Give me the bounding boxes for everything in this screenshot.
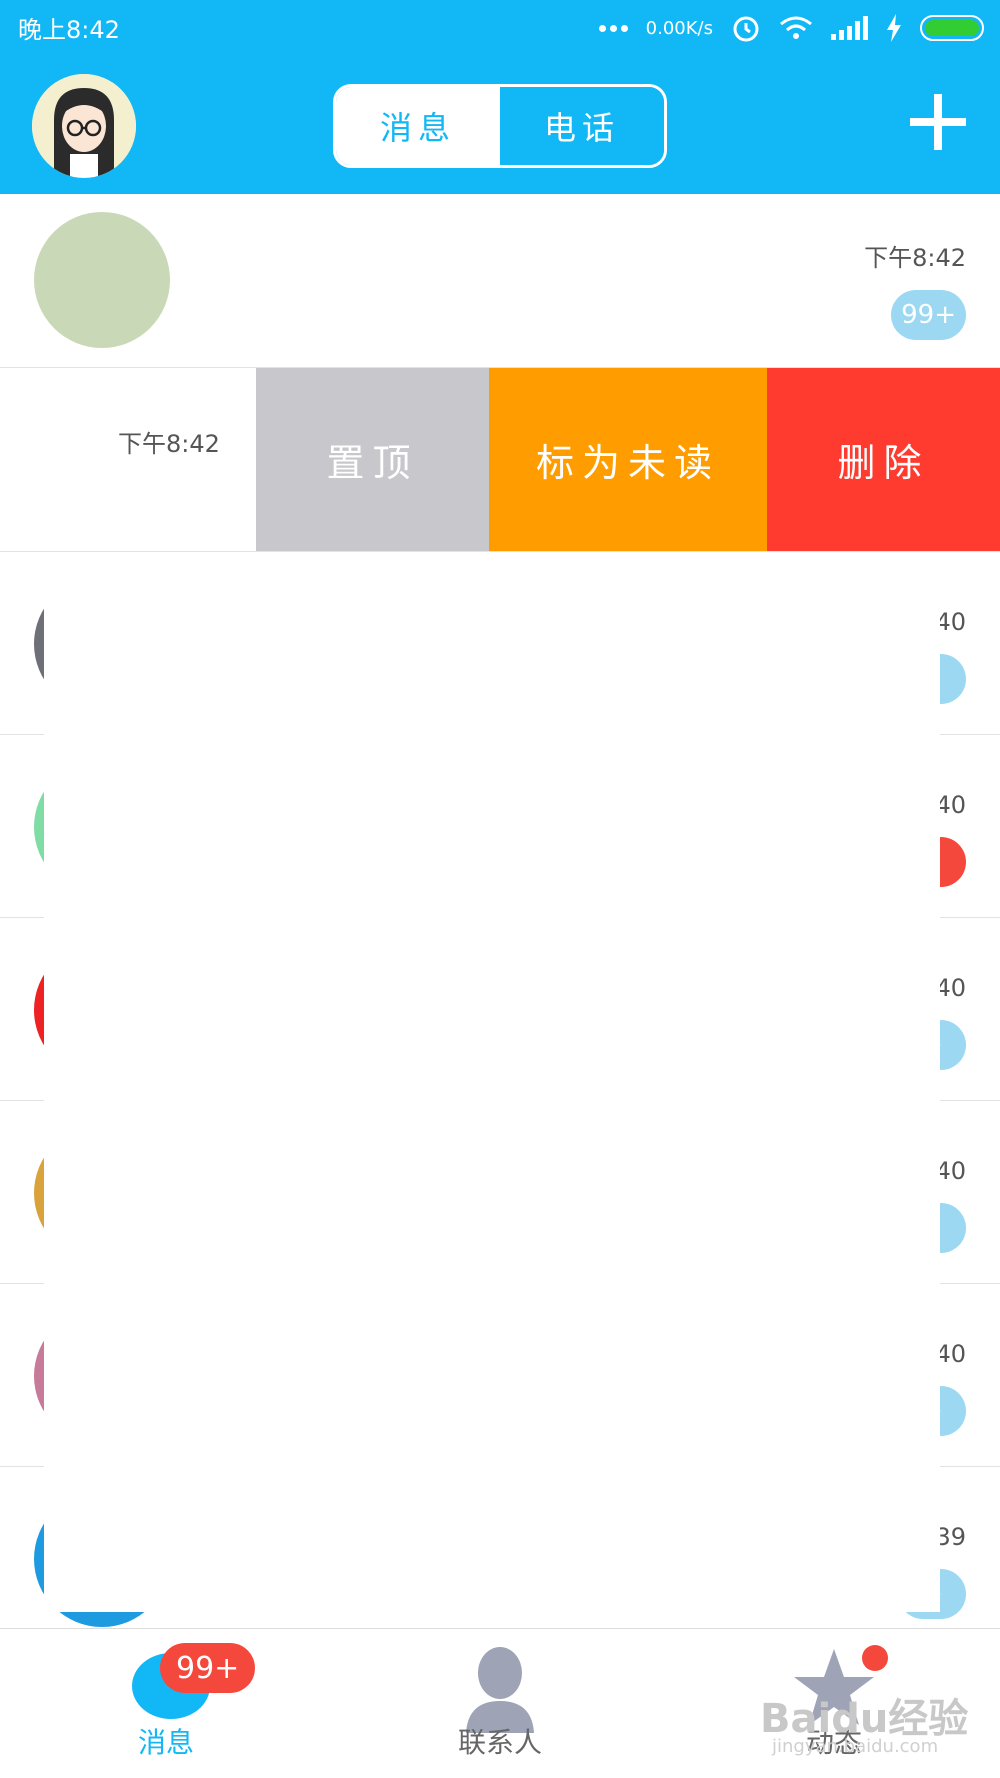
- blank-overlay: [44, 554, 940, 1612]
- segment-control: 消息 电话: [333, 84, 667, 168]
- more-dots-icon: [598, 24, 628, 32]
- battery-icon: [920, 15, 984, 41]
- charging-icon: [887, 14, 901, 42]
- watermark-url: jingyan.baidu.com: [772, 1736, 939, 1757]
- feed-red-dot: [862, 1645, 888, 1671]
- messages-badge: 99+: [160, 1643, 256, 1693]
- list-item[interactable]: 下午8:42 99+: [0, 194, 1000, 368]
- tab-messages[interactable]: 消息: [336, 87, 500, 165]
- mark-unread-button[interactable]: 标为未读: [489, 368, 767, 551]
- message-time: 下午8:42: [118, 430, 220, 458]
- unread-badge: 99+: [891, 290, 966, 340]
- status-icons: 0.00K/s: [598, 10, 984, 46]
- header-bar: 晚上8:42 0.00K/s 消息 电话: [0, 0, 1000, 194]
- list-item-swiped[interactable]: 下午8:42 置顶 标为未读 删除: [0, 368, 1000, 552]
- pin-button[interactable]: 置顶: [256, 368, 489, 551]
- status-time: 晚上8:42: [18, 16, 120, 44]
- net-speed: 0.00K/s: [645, 17, 713, 39]
- nav-messages-label: 消息: [137, 1726, 194, 1759]
- avatar: [34, 212, 170, 348]
- nav-messages[interactable]: 99+ 消息: [66, 1629, 266, 1778]
- add-plus-icon[interactable]: [910, 94, 966, 150]
- signal-icon: [831, 16, 868, 40]
- my-avatar[interactable]: [32, 74, 136, 178]
- message-time: 下午8:42: [864, 244, 966, 272]
- wifi-icon: [780, 16, 812, 39]
- nav-contacts[interactable]: 联系人: [400, 1629, 600, 1778]
- delete-button[interactable]: 删除: [767, 368, 1000, 551]
- tab-calls[interactable]: 电话: [500, 87, 664, 165]
- person-icon: [466, 1647, 534, 1733]
- nav-contacts-label: 联系人: [457, 1726, 542, 1759]
- alarm-icon: [733, 16, 759, 42]
